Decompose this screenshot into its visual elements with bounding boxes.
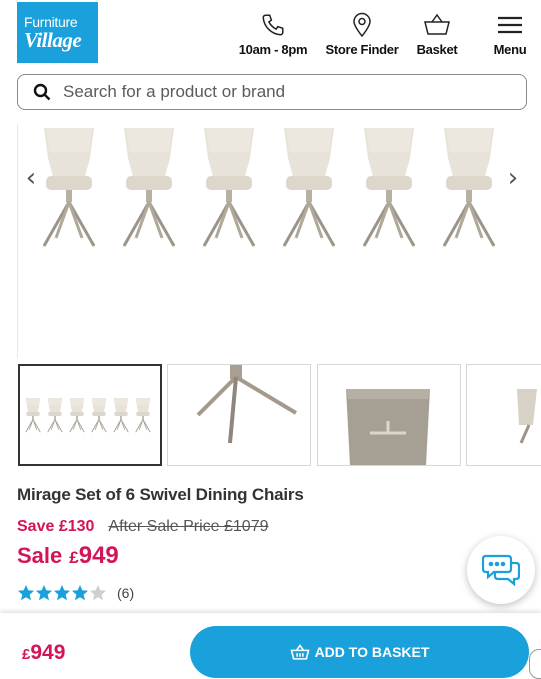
menu-button[interactable]: Menu — [490, 10, 530, 57]
basket-icon — [423, 10, 451, 40]
thumbnail-2[interactable] — [167, 364, 311, 466]
thumbnail-3[interactable] — [317, 364, 461, 466]
product-rating[interactable]: (6) — [17, 584, 134, 602]
opening-hours-link[interactable]: 10am - 8pm — [236, 10, 310, 57]
add-to-basket-label: ADD TO BASKET — [314, 644, 430, 660]
thumbnail-base-image — [196, 365, 298, 444]
search-icon — [33, 82, 53, 102]
gallery-prev-arrow-icon[interactable]: ‹ — [20, 150, 42, 206]
rating-count: (6) — [117, 585, 135, 601]
sale-amount: 949 — [78, 542, 119, 569]
phone-icon — [260, 10, 286, 40]
savings-row: Save £130 After Sale Price £1079 — [17, 518, 269, 536]
basket-label: Basket — [416, 42, 458, 57]
bottom-bar-currency: £ — [22, 646, 31, 663]
bottom-bar-amount: 949 — [30, 641, 66, 664]
product-main-image[interactable] — [17, 124, 541, 358]
thumbnail-chairs-image — [25, 397, 151, 433]
product-title: Mirage Set of 6 Swivel Dining Chairs — [17, 485, 304, 504]
sticky-add-to-basket-bar: £ 949 ADD TO BASKET — [0, 613, 541, 679]
sale-label: Sale — [17, 543, 63, 568]
menu-label: Menu — [493, 42, 527, 57]
after-sale-price: After Sale Price £1079 — [108, 518, 269, 535]
store-finder-link[interactable]: Store Finder — [322, 10, 402, 57]
search-input[interactable] — [63, 82, 483, 102]
hamburger-menu-icon — [497, 10, 523, 40]
furniture-village-logo[interactable]: Furniture Village — [17, 2, 98, 63]
thumbnail-strip — [17, 364, 541, 467]
sale-price: Sale £ 949 — [17, 542, 119, 570]
basket-icon — [290, 643, 310, 661]
logo-line-2: Village — [24, 27, 82, 52]
add-to-basket-button[interactable]: ADD TO BASKET — [190, 626, 529, 678]
sale-currency: £ — [69, 548, 79, 567]
hours-label: 10am - 8pm — [238, 42, 308, 57]
location-pin-icon — [351, 10, 373, 40]
gallery-next-arrow-icon[interactable]: › — [502, 150, 524, 206]
chat-button[interactable] — [467, 536, 535, 604]
chat-bubbles-icon — [482, 554, 520, 587]
thumbnail-4[interactable] — [466, 364, 541, 466]
site-header: Furniture Village 10am - 8pm Store Finde… — [0, 0, 541, 70]
search-bar[interactable] — [17, 74, 527, 110]
thumbnail-back-detail-image — [346, 389, 430, 465]
thumbnail-side-image — [517, 389, 537, 444]
basket-link[interactable]: Basket — [414, 10, 460, 57]
store-finder-label: Store Finder — [325, 42, 399, 57]
thumbnail-1[interactable] — [18, 364, 162, 466]
save-amount: Save £130 — [17, 518, 95, 535]
star-rating-icon — [18, 585, 106, 601]
side-feedback-tab[interactable] — [529, 649, 541, 679]
chairs-image — [42, 126, 496, 248]
bottom-bar-price: £ 949 — [22, 641, 65, 665]
